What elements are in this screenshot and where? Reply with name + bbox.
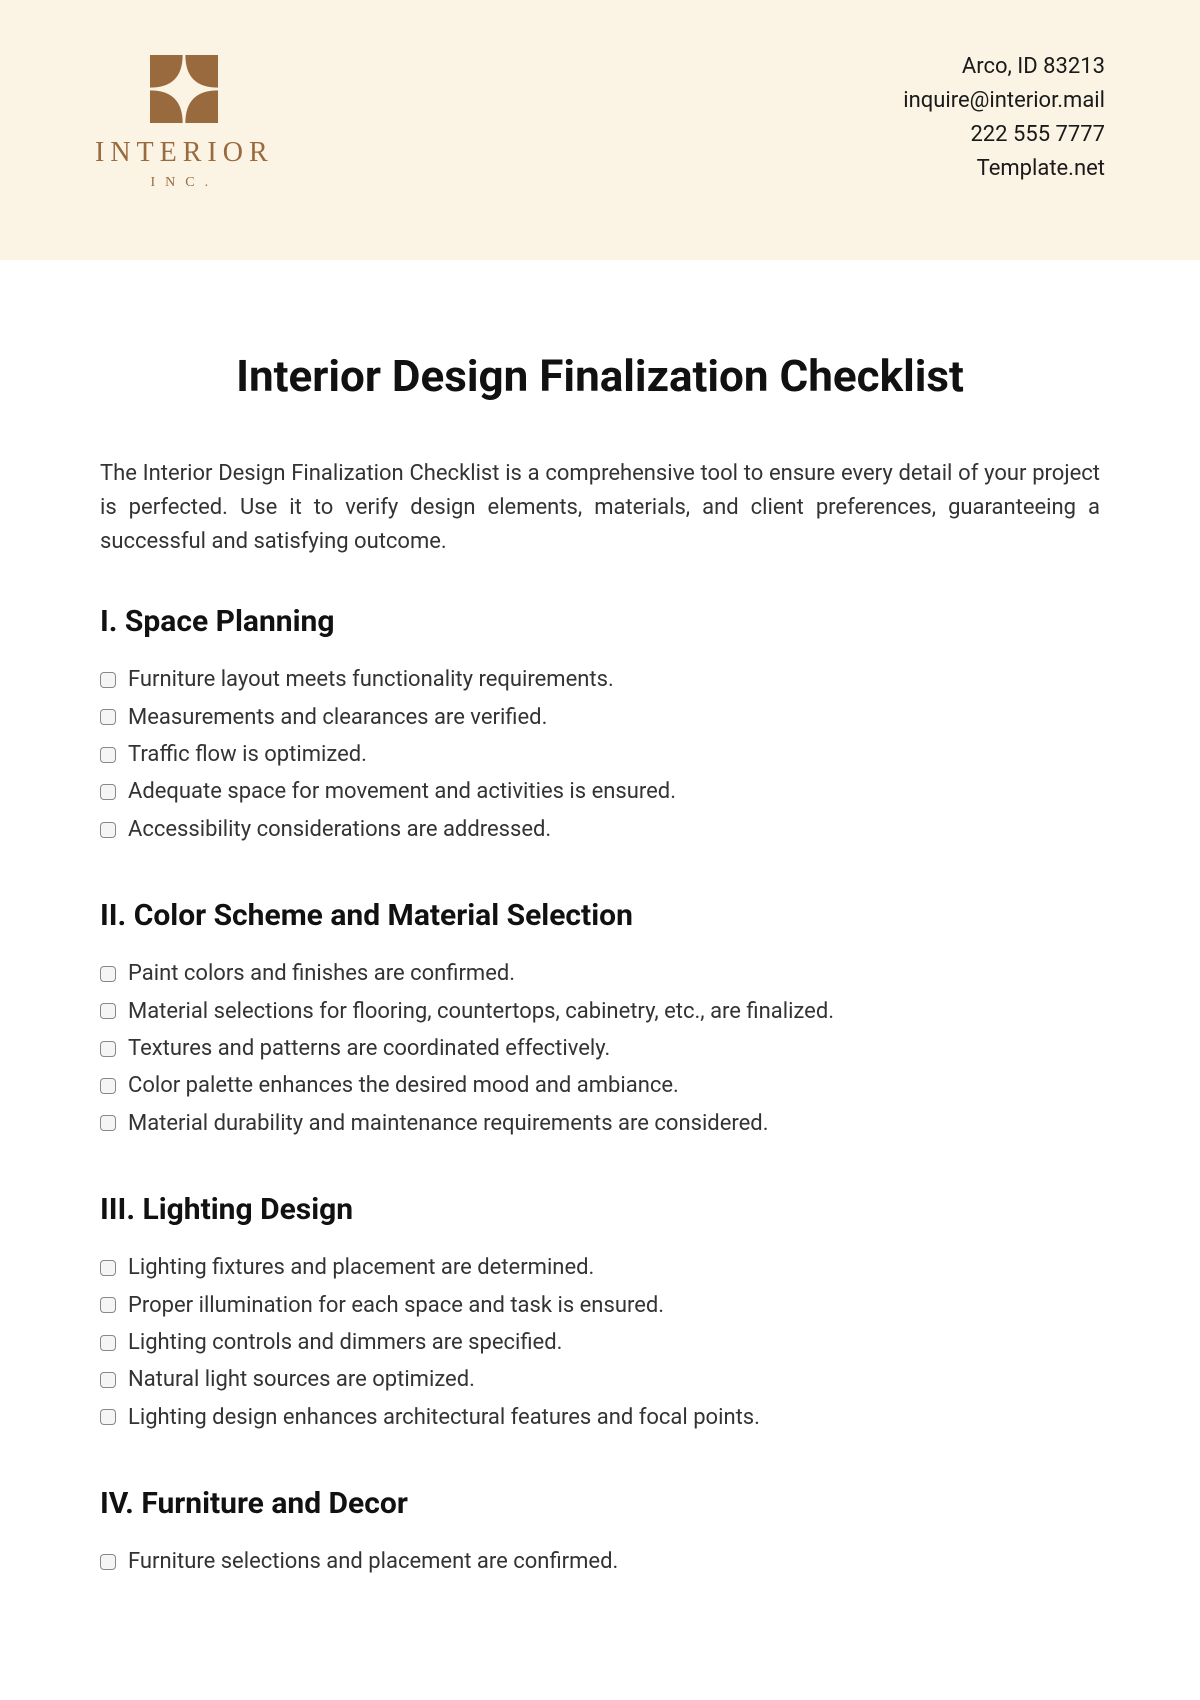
- document-header: INTERIOR INC. Arco, ID 83213 inquire@int…: [0, 0, 1200, 260]
- checkbox[interactable]: [100, 709, 116, 725]
- checklist-item-label: Lighting fixtures and placement are dete…: [128, 1249, 594, 1286]
- contact-info: Arco, ID 83213 inquire@interior.mail 222…: [903, 50, 1105, 186]
- contact-phone: 222 555 7777: [903, 118, 1105, 152]
- checkbox[interactable]: [100, 1409, 116, 1425]
- checklist-item: Lighting design enhances architectural f…: [100, 1399, 1100, 1436]
- checklist-item: Textures and patterns are coordinated ef…: [100, 1030, 1100, 1067]
- page-title: Interior Design Finalization Checklist: [100, 350, 1100, 402]
- checklist-item: Proper illumination for each space and t…: [100, 1287, 1100, 1324]
- checklist-item-label: Material selections for flooring, counte…: [128, 993, 834, 1030]
- checklist-item-label: Textures and patterns are coordinated ef…: [128, 1030, 610, 1067]
- intro-paragraph: The Interior Design Finalization Checkli…: [100, 457, 1100, 559]
- checkbox[interactable]: [100, 1297, 116, 1313]
- checklist-item-label: Paint colors and finishes are confirmed.: [128, 955, 515, 992]
- brand-name: INTERIOR: [95, 137, 274, 169]
- checklist-item-label: Traffic flow is optimized.: [128, 736, 367, 773]
- checklist-item-label: Proper illumination for each space and t…: [128, 1287, 664, 1324]
- section-heading: III. Lighting Design: [100, 1192, 1100, 1227]
- checkbox[interactable]: [100, 1554, 116, 1570]
- checkbox[interactable]: [100, 1260, 116, 1276]
- checklist-item: Lighting fixtures and placement are dete…: [100, 1249, 1100, 1286]
- contact-site: Template.net: [903, 152, 1105, 186]
- checklist-item-label: Furniture selections and placement are c…: [128, 1543, 618, 1580]
- contact-email: inquire@interior.mail: [903, 84, 1105, 118]
- section-heading: II. Color Scheme and Material Selection: [100, 898, 1100, 933]
- checkbox[interactable]: [100, 1115, 116, 1131]
- checklist-item-label: Measurements and clearances are verified…: [128, 699, 547, 736]
- checklist-item: Natural light sources are optimized.: [100, 1361, 1100, 1398]
- checklist-item: Paint colors and finishes are confirmed.: [100, 955, 1100, 992]
- document-content: Interior Design Finalization Checklist T…: [0, 260, 1200, 1581]
- brand-subtitle: INC.: [151, 175, 219, 191]
- checklist-item-label: Adequate space for movement and activiti…: [128, 773, 676, 810]
- checklist-item-label: Accessibility considerations are address…: [128, 811, 551, 848]
- brand-logo-block: INTERIOR INC.: [95, 55, 274, 191]
- checklist-item-label: Lighting design enhances architectural f…: [128, 1399, 760, 1436]
- checkbox[interactable]: [100, 784, 116, 800]
- checkbox[interactable]: [100, 747, 116, 763]
- checklist-item: Accessibility considerations are address…: [100, 811, 1100, 848]
- checklist-item: Measurements and clearances are verified…: [100, 699, 1100, 736]
- checklist-item-label: Material durability and maintenance requ…: [128, 1105, 769, 1142]
- checkbox[interactable]: [100, 822, 116, 838]
- checkbox[interactable]: [100, 1372, 116, 1388]
- checklist-item-label: Natural light sources are optimized.: [128, 1361, 475, 1398]
- brand-logo-icon: [150, 55, 218, 123]
- checkbox[interactable]: [100, 672, 116, 688]
- checklist-item: Adequate space for movement and activiti…: [100, 773, 1100, 810]
- checklist-item: Material selections for flooring, counte…: [100, 993, 1100, 1030]
- checklist-item: Furniture selections and placement are c…: [100, 1543, 1100, 1580]
- checklist-item-label: Color palette enhances the desired mood …: [128, 1067, 679, 1104]
- checklist-item: Traffic flow is optimized.: [100, 736, 1100, 773]
- checklist-item-label: Furniture layout meets functionality req…: [128, 661, 614, 698]
- checkbox[interactable]: [100, 966, 116, 982]
- checklist-item: Color palette enhances the desired mood …: [100, 1067, 1100, 1104]
- section-heading: IV. Furniture and Decor: [100, 1486, 1100, 1521]
- checklist-item: Lighting controls and dimmers are specif…: [100, 1324, 1100, 1361]
- checkbox[interactable]: [100, 1041, 116, 1057]
- checklist-item: Furniture layout meets functionality req…: [100, 661, 1100, 698]
- checkbox[interactable]: [100, 1078, 116, 1094]
- contact-address: Arco, ID 83213: [903, 50, 1105, 84]
- checkbox[interactable]: [100, 1003, 116, 1019]
- checklist-item-label: Lighting controls and dimmers are specif…: [128, 1324, 562, 1361]
- checkbox[interactable]: [100, 1335, 116, 1351]
- section-heading: I. Space Planning: [100, 604, 1100, 639]
- checklist-item: Material durability and maintenance requ…: [100, 1105, 1100, 1142]
